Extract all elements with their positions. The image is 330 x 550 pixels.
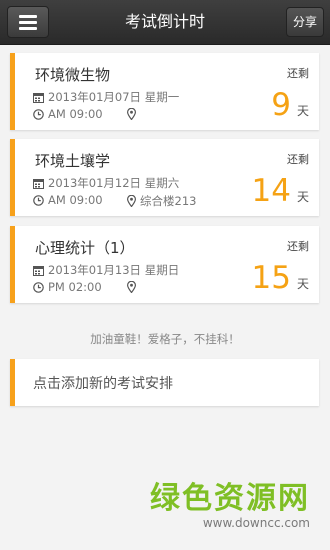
exam-date: 2013年01月07日 星期一 xyxy=(48,90,180,104)
clock-icon xyxy=(33,195,44,206)
location-pin-icon xyxy=(127,281,136,293)
days-remaining: 15 xyxy=(251,260,291,296)
watermark: 绿色资源网 www.downcc.com xyxy=(150,481,310,531)
days-unit: 天 xyxy=(296,277,309,291)
watermark-title: 绿色资源网 xyxy=(150,481,310,516)
exam-date-row: 2013年01月12日 星期六 xyxy=(33,175,179,191)
exam-name: 环境微生物 xyxy=(35,66,111,84)
exam-time: AM 09:00 xyxy=(48,193,103,207)
page-title: 考试倒计时 xyxy=(124,12,205,31)
clock-icon xyxy=(33,109,44,120)
exam-time-row: AM 09:00 xyxy=(33,107,103,121)
exam-name: 环境土壤学 xyxy=(35,152,111,170)
exam-date: 2013年01月12日 星期六 xyxy=(48,176,180,190)
location-pin-icon xyxy=(127,108,136,120)
exam-date-row: 2013年01月13日 星期日 xyxy=(33,262,179,278)
exam-time-row: PM 02:00 xyxy=(33,280,102,294)
share-button[interactable]: 分享 xyxy=(286,7,324,37)
remain-label: 还剩 xyxy=(287,240,309,253)
days-unit: 天 xyxy=(296,190,309,204)
calendar-icon xyxy=(33,266,44,276)
exam-location-row: 综合楼213 xyxy=(127,193,196,209)
location-pin-icon xyxy=(127,195,136,207)
clock-icon xyxy=(33,282,44,293)
add-exam-button[interactable]: 点击添加新的考试安排 xyxy=(10,359,319,406)
exam-time: AM 09:00 xyxy=(48,107,103,121)
exam-card[interactable]: 环境微生物 还剩 2013年01月07日 星期一 AM 09:00 9 天 xyxy=(10,53,319,130)
watermark-url: www.downcc.com xyxy=(202,516,310,530)
exam-card[interactable]: 心理统计（1） 还剩 2013年01月13日 星期日 PM 02:00 15 天 xyxy=(10,226,319,303)
app-header: 考试倒计时 分享 xyxy=(0,0,330,45)
exam-time-row: AM 09:00 xyxy=(33,193,103,207)
exam-date-row: 2013年01月07日 星期一 xyxy=(33,89,179,105)
exam-location-row xyxy=(127,107,140,121)
exam-location: 综合楼213 xyxy=(140,194,197,208)
exam-date: 2013年01月13日 星期日 xyxy=(48,263,180,277)
calendar-icon xyxy=(33,179,44,189)
exam-location-row xyxy=(127,280,140,294)
remain-label: 还剩 xyxy=(287,67,309,80)
add-exam-label: 点击添加新的考试安排 xyxy=(33,376,173,392)
days-unit: 天 xyxy=(296,104,309,118)
days-remaining: 9 xyxy=(271,87,291,123)
motto-text: 加油童鞋！爱格子，不挂科！ xyxy=(90,332,240,346)
calendar-icon xyxy=(33,93,44,103)
days-remaining: 14 xyxy=(251,173,291,209)
exam-card[interactable]: 环境土壤学 还剩 2013年01月12日 星期六 AM 09:00 综合楼213… xyxy=(10,139,319,216)
exam-name: 心理统计（1） xyxy=(35,239,135,257)
remain-label: 还剩 xyxy=(287,153,309,166)
exam-time: PM 02:00 xyxy=(48,280,102,294)
